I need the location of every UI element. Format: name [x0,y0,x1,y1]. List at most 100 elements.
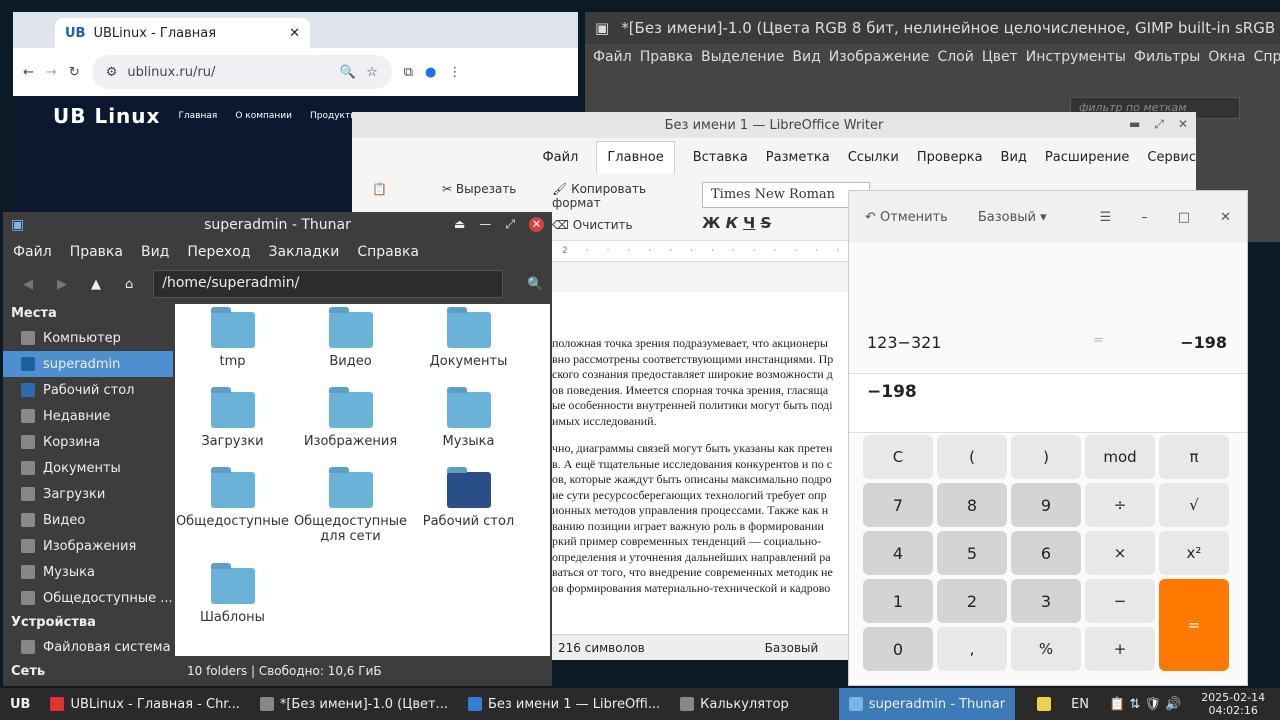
writer-tab[interactable]: Файл [542,150,578,165]
calc-headerbar[interactable]: ↶ Отменить Базовый ▾ ☰ – □ ✕ [849,191,1247,243]
maximize-icon[interactable]: □ [1178,210,1190,225]
writer-tab[interactable]: Сервис [1147,150,1196,165]
calc-key[interactable]: √ [1159,483,1229,527]
clear-button[interactable]: ⌫ Очистить [552,218,692,232]
site-nav-item[interactable]: Продукты [310,111,357,121]
taskbar-item[interactable]: UBLinux - Главная - Chr... [40,688,249,720]
calc-key[interactable]: mod [1085,435,1155,479]
cut-button[interactable]: ✂ Вырезать [442,182,542,196]
sidebar-item[interactable]: Недавние [3,403,173,429]
thunar-titlebar[interactable]: ▣ superadmin - Thunar ⏏ — ⤢ ✕ [3,212,552,238]
close-icon[interactable]: ✕ [529,217,544,232]
sidebar-item[interactable]: Документы [3,455,173,481]
search-icon[interactable]: 🔍 [527,277,543,292]
calc-key[interactable]: ( [937,435,1007,479]
maximize-icon[interactable]: ⤢ [505,217,515,232]
page-style[interactable]: Базовый [765,641,819,655]
history-result[interactable]: −198 [1180,333,1227,352]
file-item[interactable]: Музыка [411,384,526,449]
writer-tab[interactable]: Вставка [693,150,748,165]
thunar-menu-item[interactable]: Правка [70,244,123,260]
calc-key[interactable]: = [1159,579,1229,671]
file-item[interactable]: Изображения [293,384,408,449]
gimp-menu-item[interactable]: Фильтры [1134,49,1208,65]
taskbar-item[interactable]: superadmin - Thunar [838,688,1016,720]
file-item[interactable]: Общедоступные [175,464,290,529]
taskbar-item[interactable]: Калькулятор [670,688,799,720]
copy-format-button[interactable]: 🖌 Копировать формат [552,182,692,210]
writer-tab[interactable]: Ссылки [848,150,899,165]
keyboard-layout[interactable]: EN [1061,688,1099,720]
thunar-menu-item[interactable]: Переход [187,244,250,260]
sidebar-item[interactable]: Компьютер [3,325,173,351]
gimp-menu-item[interactable]: Вид [792,49,828,65]
gimp-menu-item[interactable]: Инструменты [1026,49,1134,65]
calc-key[interactable]: × [1085,531,1155,575]
calc-key[interactable]: + [1085,627,1155,671]
notes-icon[interactable] [1027,688,1061,720]
sidebar-item[interactable]: superadmin [3,351,173,377]
writer-titlebar[interactable]: Без имени 1 — LibreOffice Writer ▬ ⤢ ✕ [352,112,1196,138]
writer-tab[interactable]: Главное [596,141,675,173]
forward-icon[interactable]: → [46,65,57,80]
shade-icon[interactable]: ⏏ [454,217,465,232]
zoom-icon[interactable]: 🔍 [340,65,356,80]
file-item[interactable]: Рабочий стол [411,464,526,529]
calc-key[interactable]: 4 [863,531,933,575]
bookmark-star-icon[interactable]: ☆ [366,65,378,80]
sidebar-item[interactable]: Корзина [3,429,173,455]
file-item[interactable]: Видео [293,304,408,369]
calc-input[interactable]: −198 [849,373,1247,433]
writer-tab[interactable]: Вид [1001,150,1027,165]
calc-key[interactable]: 9 [1011,483,1081,527]
profile-icon[interactable]: ● [425,65,436,80]
thunar-menu-item[interactable]: Закладки [269,244,340,260]
mode-selector[interactable]: Базовый ▾ [978,210,1047,225]
calc-key[interactable]: π [1159,435,1229,479]
up-icon[interactable]: ▲ [91,277,101,292]
calc-key[interactable]: % [1011,627,1081,671]
gimp-menu-item[interactable]: Выделение [701,49,792,65]
calc-key[interactable]: ÷ [1085,483,1155,527]
sidebar-item[interactable]: Изображения [3,533,173,559]
undo-button[interactable]: ↶ Отменить [865,210,948,225]
thunar-menu-item[interactable]: Вид [141,244,169,260]
reload-icon[interactable]: ↻ [69,65,80,80]
tray-icons[interactable]: 📋 ⇅ 🛡 🔊 [1099,688,1191,720]
sidebar-item[interactable]: Загрузки [3,481,173,507]
start-menu-button[interactable]: UB [0,688,40,720]
file-item[interactable]: Общедоступные для сети [293,464,408,544]
writer-tab[interactable]: Расширение [1045,150,1130,165]
extensions-icon[interactable]: ⧉ [404,65,413,80]
sidebar-item[interactable]: Видео [3,507,173,533]
gimp-menu-item[interactable]: Слой [937,49,981,65]
calc-key[interactable]: 5 [937,531,1007,575]
site-logo[interactable]: UB Linux [53,104,160,128]
file-item[interactable]: Шаблоны [175,560,290,625]
calc-key[interactable]: 6 [1011,531,1081,575]
writer-tab[interactable]: Проверка [917,150,983,165]
format-buttons[interactable]: Ж К Ч S [702,214,870,232]
show-desktop-button[interactable] [1275,688,1280,720]
forward-icon[interactable]: ▶ [57,277,67,292]
thunar-menu-item[interactable]: Справка [357,244,419,260]
gimp-menu-item[interactable]: Окна [1208,49,1253,65]
gimp-menu-item[interactable]: Изображение [829,49,938,65]
sidebar-item[interactable]: Рабочий стол [3,377,173,403]
back-icon[interactable]: ← [23,65,34,80]
minimize-icon[interactable]: — [479,217,491,232]
calc-key[interactable]: , [937,627,1007,671]
home-icon[interactable]: ⌂ [125,277,133,292]
file-item[interactable]: Загрузки [175,384,290,449]
file-item[interactable]: Документы [411,304,526,369]
close-icon[interactable]: ✕ [1220,210,1231,225]
file-item[interactable]: tmp [175,304,290,369]
minimize-icon[interactable]: – [1141,210,1148,225]
gimp-menu-item[interactable]: Файл [593,49,640,65]
sidebar-item[interactable]: Файловая система [3,634,173,660]
calc-key[interactable]: 1 [863,579,933,623]
sidebar-item[interactable]: Музыка [3,559,173,585]
taskbar-item[interactable]: Без имени 1 — LibreOffi... [458,688,670,720]
gimp-menu-item[interactable]: Правка [640,49,701,65]
calc-key[interactable]: 7 [863,483,933,527]
